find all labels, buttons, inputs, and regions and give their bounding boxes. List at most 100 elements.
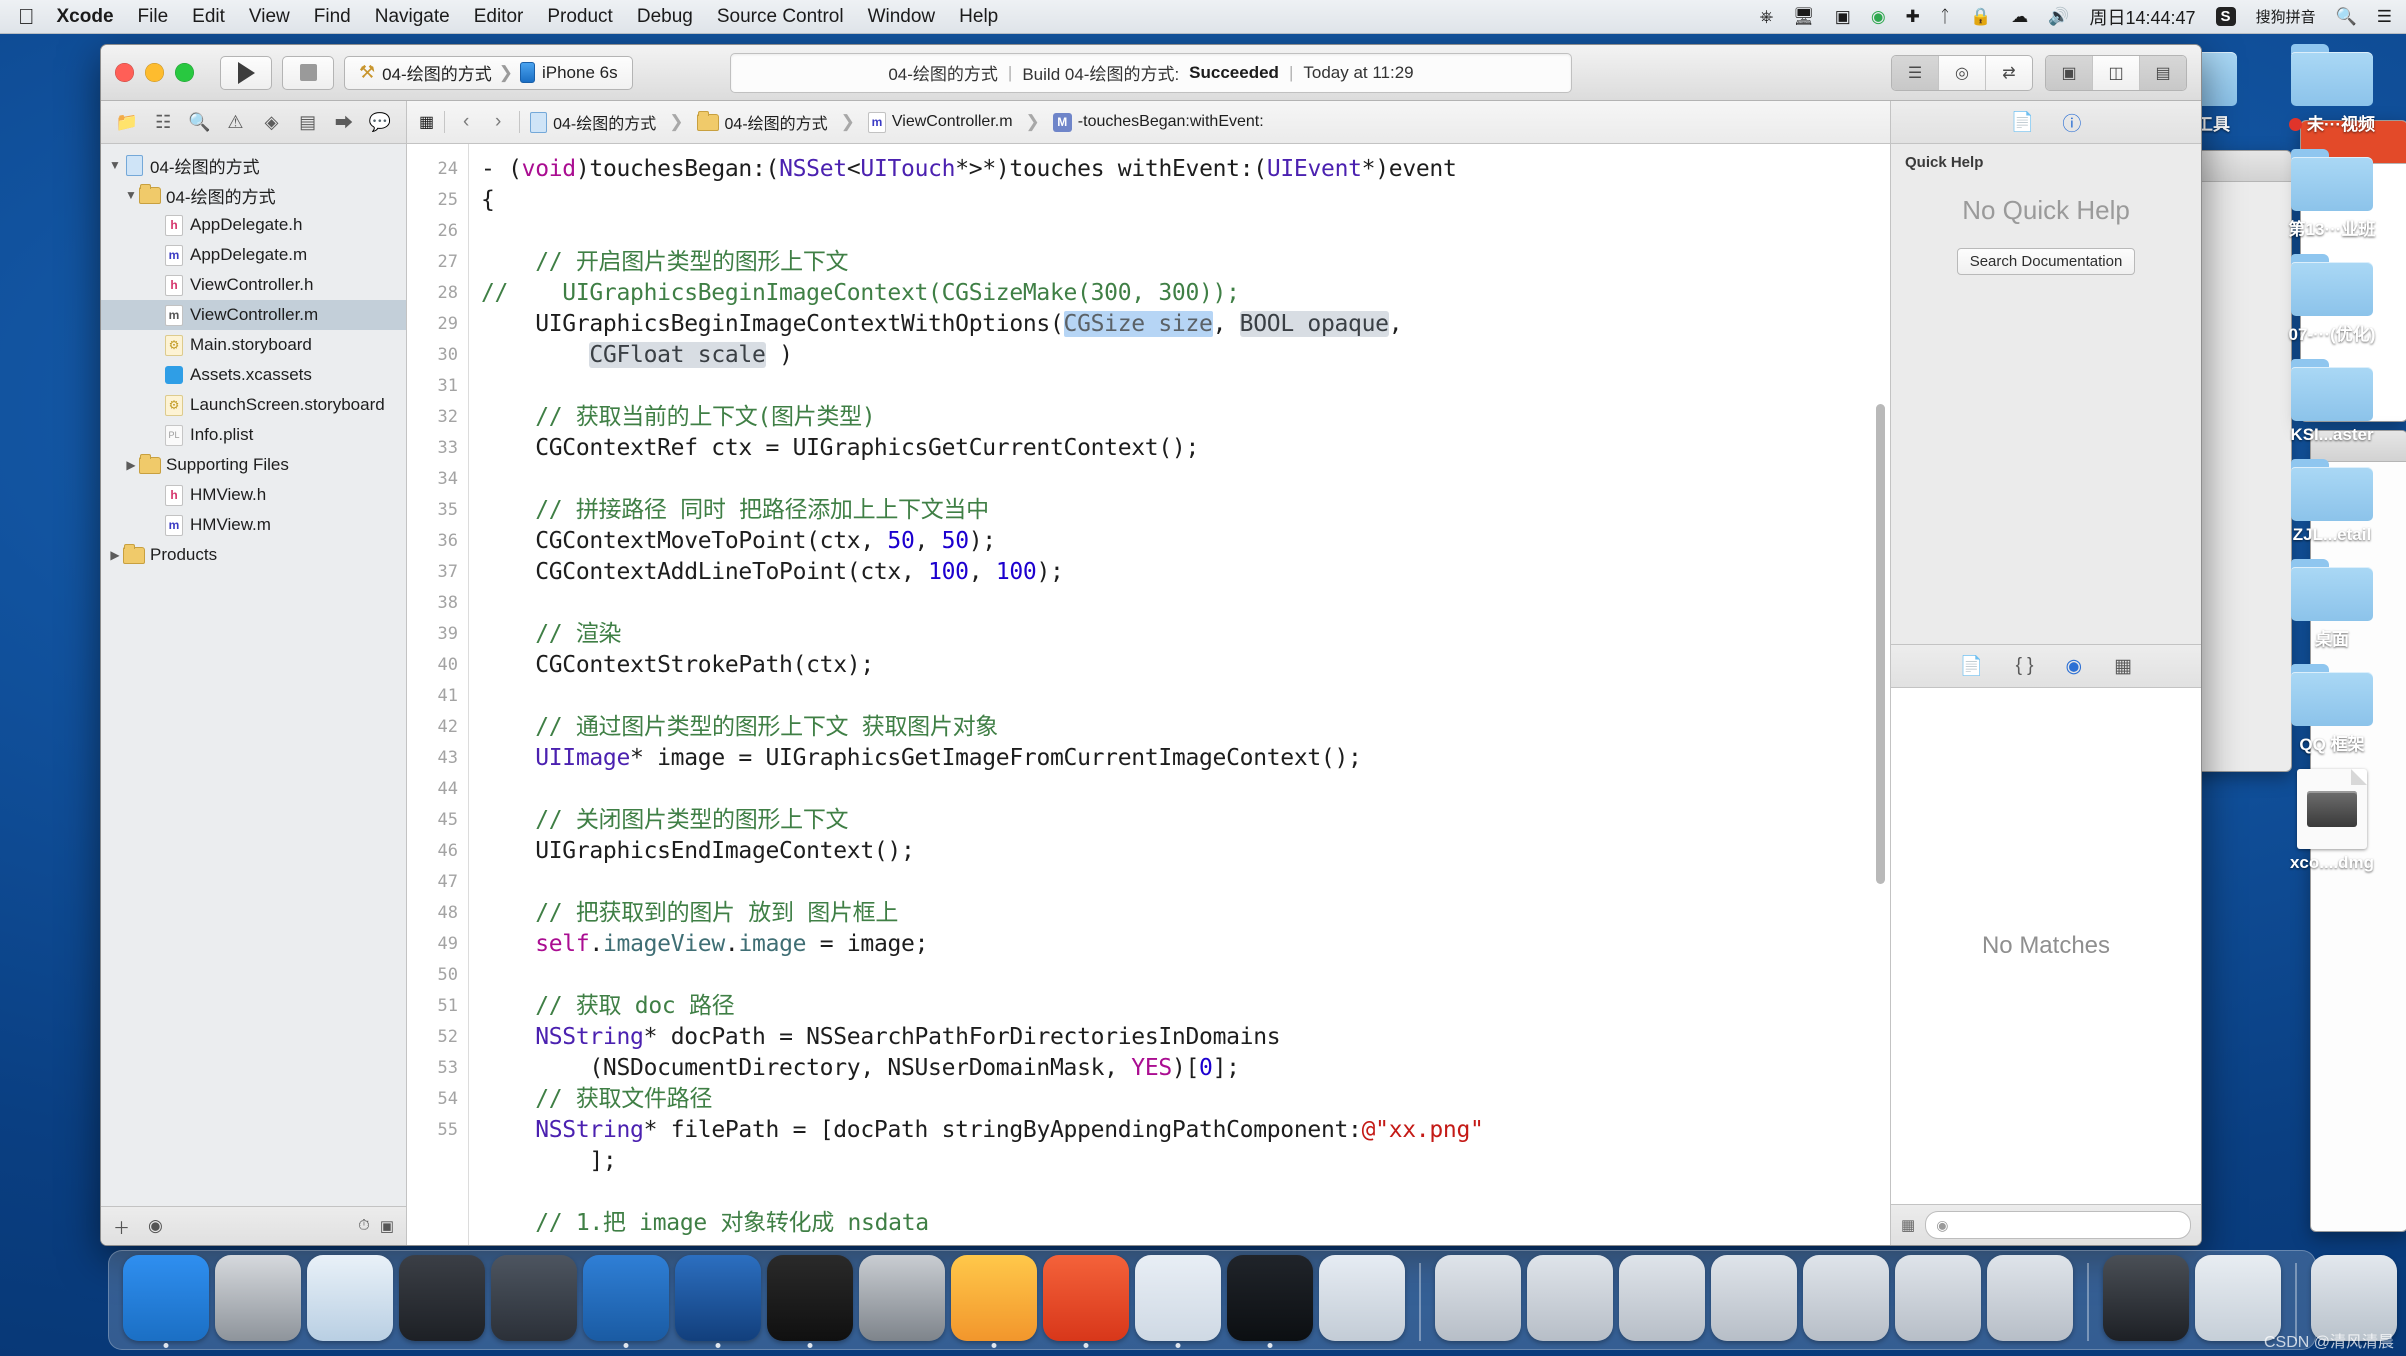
code-line[interactable]: // 获取当前的上下文(图片类型): [481, 402, 1890, 433]
tree-row-assets[interactable]: Assets.xcassets: [101, 360, 406, 390]
desktop-icon[interactable]: 桌面: [2272, 559, 2392, 650]
preview-window-icon[interactable]: [1527, 1255, 1613, 1341]
code-line[interactable]: CGContextStrokePath(ctx);: [481, 650, 1890, 681]
apple-icon[interactable]: : [18, 5, 35, 28]
scheme-selector[interactable]: ⚒ 04-绘图的方式 ❯ iPhone 6s: [344, 55, 633, 90]
menu-item-file[interactable]: File: [138, 6, 169, 28]
search-documentation-button[interactable]: Search Documentation: [1956, 248, 2136, 275]
play-badge-icon[interactable]: ◉: [1871, 8, 1886, 25]
toggle-debug-icon[interactable]: ◫: [2093, 55, 2140, 90]
desktop-icon[interactable]: 第13···业班: [2272, 149, 2392, 240]
back-icon[interactable]: ‹: [455, 111, 477, 133]
input-method-badge[interactable]: S: [2215, 7, 2236, 26]
find-navigator-icon[interactable]: 🔍: [186, 112, 212, 133]
quick-help-icon[interactable]: ⓘ: [2062, 109, 2081, 136]
code-line[interactable]: [481, 960, 1890, 991]
toggle-navigator-icon[interactable]: ▣: [2046, 55, 2093, 90]
code-line[interactable]: [481, 774, 1890, 805]
menu-item-navigate[interactable]: Navigate: [375, 6, 450, 28]
mouse-app-icon[interactable]: [399, 1255, 485, 1341]
tree-row-viewcontroller-h[interactable]: h ViewController.h: [101, 270, 406, 300]
tree-row-launchscreen[interactable]: ⚙ LaunchScreen.storyboard: [101, 390, 406, 420]
finder-icon[interactable]: [123, 1255, 209, 1341]
desktop-icon[interactable]: QQ 框架: [2272, 664, 2392, 755]
desktop-icon[interactable]: 07-···(优化): [2272, 254, 2392, 345]
wifi-icon[interactable]: ☁: [2011, 8, 2028, 25]
code-line[interactable]: // 渲染: [481, 619, 1890, 650]
menu-item-product[interactable]: Product: [547, 6, 612, 28]
preview-window-icon[interactable]: [1711, 1255, 1797, 1341]
source-editor[interactable]: 24 25 26 27 28 29 30 31 32 33 34 35 36 37 38 39 40 41 42 43…: [407, 144, 1890, 1245]
code-line[interactable]: ];: [481, 1146, 1890, 1177]
filter-icon[interactable]: ◉: [148, 1216, 163, 1236]
code-line[interactable]: // 获取 doc 路径: [481, 991, 1890, 1022]
code-line[interactable]: // 获取文件路径: [481, 1084, 1890, 1115]
stop-button[interactable]: [282, 55, 334, 90]
preview-window-icon[interactable]: [1895, 1255, 1981, 1341]
tree-row-products[interactable]: ▶ Products: [101, 540, 406, 570]
calculator-icon[interactable]: [2103, 1255, 2189, 1341]
test-navigator-icon[interactable]: ◈: [259, 112, 285, 133]
paw-icon[interactable]: [1043, 1255, 1129, 1341]
file-template-library-icon[interactable]: 📄: [1960, 654, 1984, 678]
menu-item-help[interactable]: Help: [959, 6, 998, 28]
desktop-icon[interactable]: xco....dmg: [2272, 769, 2392, 873]
breadcrumb-method[interactable]: M -touchesBegan:withEvent:: [1052, 112, 1264, 132]
editor-vertical-scrollbar[interactable]: [1876, 404, 1885, 884]
code-line[interactable]: // 关闭图片类型的图形上下文: [481, 805, 1890, 836]
system-preferences-icon[interactable]: [859, 1255, 945, 1341]
tree-row-viewcontroller-m[interactable]: m ViewController.m: [101, 300, 406, 330]
screen-record-icon[interactable]: ▣: [1835, 8, 1851, 25]
menu-item-window[interactable]: Window: [868, 6, 936, 28]
code-line[interactable]: [481, 867, 1890, 898]
run-button[interactable]: [220, 55, 272, 90]
forward-icon[interactable]: ›: [487, 111, 509, 133]
code-line[interactable]: [481, 588, 1890, 619]
chrome-icon[interactable]: [1319, 1255, 1405, 1341]
disclosure-triangle-icon[interactable]: ▼: [107, 158, 123, 172]
code-line[interactable]: CGContextAddLineToPoint(ctx, 100, 100);: [481, 557, 1890, 588]
object-library-icon[interactable]: ◉: [2066, 655, 2083, 678]
code-line[interactable]: // 把获取到的图片 放到 图片框上: [481, 898, 1890, 929]
file-inspector-icon[interactable]: 📄: [2011, 110, 2035, 134]
sketch-icon[interactable]: [951, 1255, 1037, 1341]
preview-window-icon[interactable]: [1435, 1255, 1521, 1341]
project-file-tree[interactable]: ▼ 04-绘图的方式 ▼ 04-绘图的方式 h AppDelegate.h m: [101, 144, 406, 1206]
code-line[interactable]: {: [481, 185, 1890, 216]
search-icon[interactable]: 🔍: [2336, 8, 2357, 25]
code-line[interactable]: UIGraphicsEndImageContext();: [481, 836, 1890, 867]
code-line[interactable]: // 通过图片类型的图形上下文 获取图片对象: [481, 712, 1890, 743]
code-line[interactable]: // UIGraphicsBeginImageContext(CGSizeMak…: [481, 278, 1890, 309]
breadcrumb-project[interactable]: 04-绘图的方式: [530, 110, 656, 134]
menubar-clock[interactable]: 周日14:44:47: [2089, 4, 2195, 30]
code-line[interactable]: // 拼接路径 同时 把路径添加上上下文当中: [481, 495, 1890, 526]
source-control-icon[interactable]: ▣: [380, 1217, 394, 1235]
code-line[interactable]: NSString* filePath = [docPath stringByAp…: [481, 1115, 1890, 1146]
safari-icon[interactable]: [307, 1255, 393, 1341]
breakpoint-navigator-icon[interactable]: ⮕: [331, 109, 357, 135]
bluetooth-icon[interactable]: ᛏ: [1940, 8, 1950, 25]
desktop-icon[interactable]: ZJL...etail: [2272, 459, 2392, 545]
code-line[interactable]: [481, 216, 1890, 247]
screen-share-icon[interactable]: 🖥: [1793, 8, 1815, 25]
code-line[interactable]: CGFloat scale ): [481, 340, 1890, 371]
menu-item-view[interactable]: View: [249, 6, 290, 28]
imovie-icon[interactable]: [491, 1255, 577, 1341]
code-line[interactable]: // 开启图片类型的图形上下文: [481, 247, 1890, 278]
recent-icon[interactable]: ⏱: [358, 1217, 370, 1235]
code-line[interactable]: [481, 371, 1890, 402]
standard-editor-icon[interactable]: ☰: [1892, 55, 1939, 90]
tree-row-main-storyboard[interactable]: ⚙ Main.storyboard: [101, 330, 406, 360]
code-line[interactable]: - (void)touchesBegan:(NSSet<UITouch*>*)t…: [481, 154, 1890, 185]
media-library-icon[interactable]: ▦: [2114, 655, 2132, 678]
menu-item-editor[interactable]: Editor: [474, 6, 524, 28]
tree-row-appdelegate-m[interactable]: m AppDelegate.m: [101, 240, 406, 270]
tree-row-infoplist[interactable]: PL Info.plist: [101, 420, 406, 450]
code-line[interactable]: NSString* docPath = NSSearchPathForDirec…: [481, 1022, 1890, 1053]
code-line[interactable]: CGContextRef ctx = UIGraphicsGetCurrentC…: [481, 433, 1890, 464]
menu-item-edit[interactable]: Edit: [192, 6, 225, 28]
toggle-utilities-icon[interactable]: ▤: [2140, 55, 2186, 90]
launchpad-icon[interactable]: [215, 1255, 301, 1341]
report-navigator-icon[interactable]: 💬: [367, 112, 393, 133]
sequel-pro-icon[interactable]: [1135, 1255, 1221, 1341]
